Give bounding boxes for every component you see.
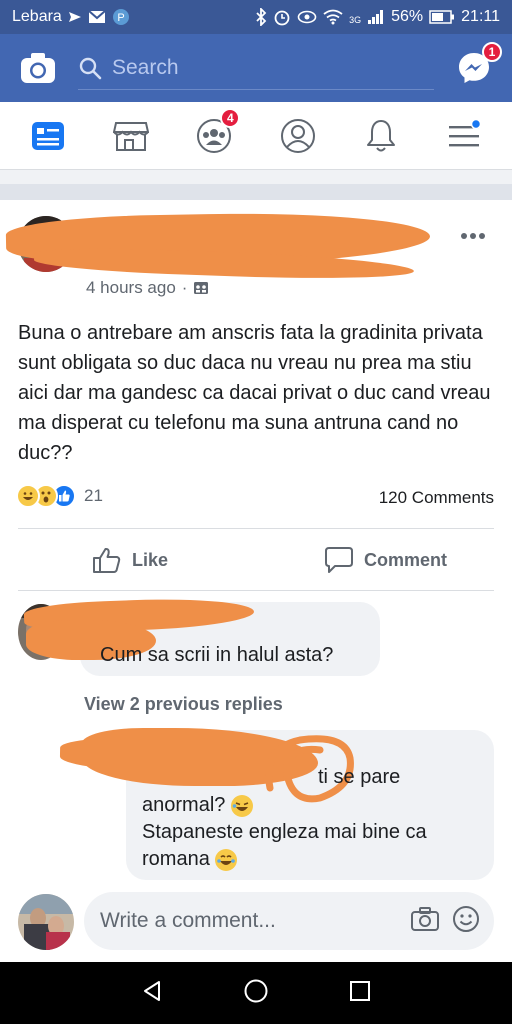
reply-line-4: romana: [142, 844, 238, 874]
battery-icon: [429, 10, 455, 24]
reply-line-2: anormal?: [142, 790, 253, 820]
recents-button[interactable]: [348, 979, 372, 1008]
timestamp-text: 4 hours ago: [86, 278, 176, 297]
haha-reaction-icon: [16, 484, 40, 508]
my-avatar[interactable]: [18, 894, 74, 950]
home-button[interactable]: [243, 978, 269, 1009]
system-nav-bar: [0, 962, 512, 1024]
smiley-icon: [453, 905, 479, 932]
reply-line-2-text: anormal?: [142, 794, 226, 816]
search-placeholder: Search: [112, 55, 179, 79]
alarm-icon: [273, 8, 291, 26]
group-privacy-icon: [194, 282, 209, 294]
reaction-count: 21: [84, 486, 103, 505]
reply-line-4-text: romana: [142, 848, 210, 870]
bluetooth-icon: [255, 8, 267, 26]
view-previous-replies-link[interactable]: View 2 previous replies: [84, 694, 283, 715]
reactions-summary[interactable]: 21: [16, 484, 103, 508]
tab-profile[interactable]: [270, 108, 326, 164]
send-icon: [68, 10, 82, 24]
laughing-emoji-icon: [230, 794, 253, 817]
battery-percent: 56%: [391, 8, 424, 25]
more-options-button[interactable]: [460, 220, 486, 246]
carrier-label: Lebara: [12, 8, 62, 25]
messenger-button[interactable]: 1: [454, 42, 502, 88]
parking-app-icon: P: [112, 8, 130, 26]
like-label: Like: [132, 549, 169, 570]
groups-badge: 4: [220, 107, 241, 128]
search-input[interactable]: Search: [78, 46, 434, 90]
messenger-badge: 1: [482, 42, 502, 62]
reply-line-1: ti se pare: [318, 762, 400, 792]
eye-icon: [297, 10, 317, 24]
bell-icon: [366, 119, 395, 151]
signal-icon: [367, 9, 385, 25]
comment-text: Cum sa scrii in halul asta?: [100, 644, 334, 666]
profile-icon: [280, 118, 315, 153]
nav-tabs: 4: [0, 102, 512, 170]
more-icon: [461, 233, 485, 239]
comment-button[interactable]: Comment: [324, 542, 447, 578]
feed-separator: [0, 170, 512, 200]
tab-notifications[interactable]: [353, 108, 409, 164]
tab-news-feed[interactable]: [20, 108, 76, 164]
post-card: 4 hours ago · Buna o antrebare am anscri…: [0, 200, 512, 962]
comment-icon: [325, 547, 353, 573]
top-bar: Search 1: [0, 34, 512, 102]
back-button[interactable]: [140, 979, 164, 1008]
tab-groups[interactable]: 4: [186, 107, 242, 164]
like-button[interactable]: Like: [92, 542, 168, 578]
news-feed-icon: [31, 121, 64, 150]
grinning-emoji-icon: [215, 848, 238, 871]
comment-input-placeholder: Write a comment...: [100, 909, 276, 932]
camera-icon: [21, 53, 55, 83]
camera-attach-button[interactable]: [410, 906, 440, 937]
privacy-separator: ·: [181, 278, 188, 297]
actions-divider: [18, 590, 494, 591]
sticker-button[interactable]: [452, 905, 480, 938]
network-type: 3G: [349, 15, 362, 25]
status-bar: Lebara P 3G 56% 21:11: [0, 0, 512, 34]
mail-icon: [88, 10, 106, 24]
reply-line-3: Stapaneste engleza mai bine ca: [142, 821, 427, 843]
post-timestamp[interactable]: 4 hours ago ·: [86, 278, 209, 298]
tab-menu[interactable]: [436, 108, 492, 164]
tab-marketplace[interactable]: [103, 108, 159, 164]
comments-count-link[interactable]: 120 Comments: [379, 488, 494, 508]
menu-icon: [449, 119, 482, 146]
store-icon: [112, 121, 149, 151]
post-body: Buna o antrebare am anscris fata la grad…: [18, 322, 491, 464]
clock-time: 21:11: [461, 8, 500, 25]
svg-text:P: P: [117, 12, 124, 24]
camera-icon: [411, 906, 439, 931]
recents-square-icon: [350, 980, 371, 1001]
search-icon: [79, 57, 102, 79]
camera-button[interactable]: [18, 48, 58, 88]
reply-line-1-text: ti se pare: [318, 766, 401, 788]
wifi-icon: [323, 9, 343, 25]
thumbs-up-icon: [93, 547, 121, 573]
home-circle-icon: [244, 979, 268, 1002]
comment-label: Comment: [364, 549, 448, 570]
back-triangle-icon: [143, 980, 160, 1001]
comment-input[interactable]: Write a comment...: [84, 892, 494, 950]
post-divider: [18, 528, 494, 529]
